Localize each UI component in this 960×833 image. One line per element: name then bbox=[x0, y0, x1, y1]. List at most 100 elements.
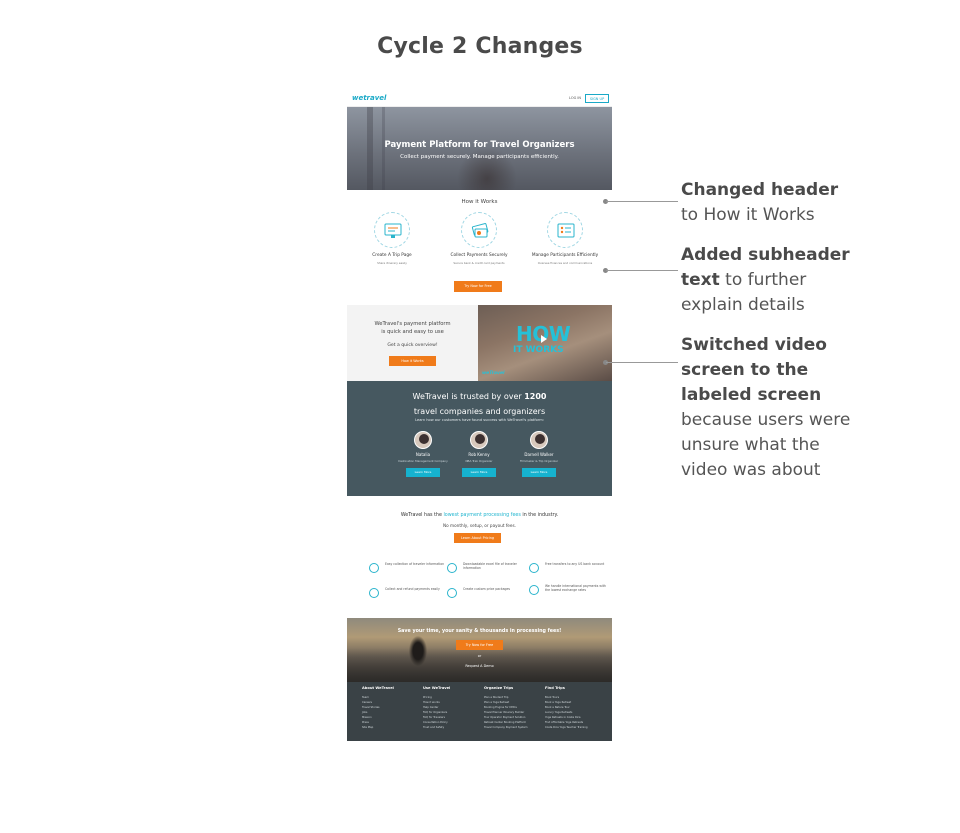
footer-column: Use WeTravel Pricing How it works Help C… bbox=[423, 686, 485, 730]
testimonial-card: Darnell Walker Filmmaker & Trip Organize… bbox=[499, 431, 579, 477]
request-demo-link[interactable]: Request A Demo bbox=[347, 664, 612, 668]
video-section: WeTravel's payment platform is quick and … bbox=[347, 305, 612, 381]
trust-heading-text: WeTravel is trusted by over bbox=[412, 392, 525, 401]
price-package-icon bbox=[447, 588, 457, 598]
footer-heading: Organize Trips bbox=[484, 686, 514, 690]
annotation-text: to How it Works bbox=[681, 205, 815, 225]
create-trip-icon bbox=[374, 212, 410, 248]
hero-title: Payment Platform for Travel Organizers bbox=[384, 140, 575, 150]
feature-item: Downloadable excel file of traveler info… bbox=[447, 562, 529, 576]
footer-link[interactable]: Site Map bbox=[362, 725, 424, 730]
cta-headline: Save your time, your sanity & thousands … bbox=[397, 629, 562, 634]
annotation-header-change: Changed header to How it Works bbox=[681, 178, 856, 228]
step-collect-payments: Collect Payments Securely Secure bank & … bbox=[439, 212, 519, 265]
refund-icon bbox=[369, 588, 379, 598]
feature-text: Easy collection of traveler information bbox=[385, 562, 445, 566]
person-name: Darnell Walker bbox=[524, 452, 554, 457]
pricing-text-pre: WeTravel has the bbox=[400, 513, 444, 518]
feature-text: Free transfers to any US bank account bbox=[545, 562, 605, 566]
bottom-cta-section: Save your time, your sanity & thousands … bbox=[347, 618, 612, 682]
feature-text: Create custom price packages bbox=[463, 587, 510, 591]
mock-navbar: wetravel LOG IN SIGN UP bbox=[347, 92, 612, 107]
footer-heading: About WeTravel bbox=[362, 686, 394, 690]
pricing-text-post: in the industry. bbox=[520, 513, 559, 518]
excel-file-icon bbox=[447, 563, 457, 573]
signup-button[interactable]: SIGN UP bbox=[585, 94, 609, 103]
step-title: Manage Participants Efficiently bbox=[531, 253, 599, 258]
feature-item: Create custom price packages bbox=[447, 587, 529, 601]
how-it-works-heading: How it Works bbox=[461, 199, 498, 205]
video-line-2: is quick and easy to use bbox=[381, 329, 444, 335]
connector-line bbox=[606, 201, 678, 202]
pricing-headline: WeTravel has the lowest payment processi… bbox=[347, 513, 612, 518]
learn-more-button[interactable]: Learn More bbox=[462, 468, 496, 477]
try-free-button-bottom[interactable]: Try Now for Free bbox=[456, 640, 503, 650]
avatar bbox=[414, 431, 432, 449]
step-subtitle: Oversee finances and communications bbox=[537, 261, 593, 265]
play-icon[interactable] bbox=[541, 335, 547, 343]
annotation-bold: Changed header bbox=[681, 180, 839, 200]
feature-item: We handle international payments with th… bbox=[529, 584, 611, 598]
step-create-trip: Create A Trip Page Share itinerary easil… bbox=[352, 212, 432, 265]
feature-item: Collect and refund payments easily bbox=[369, 587, 451, 601]
feature-text: Collect and refund payments easily bbox=[385, 587, 440, 591]
person-role: Filmmaker & Trip Organizer bbox=[519, 459, 559, 463]
hero-banner: Payment Platform for Travel Organizers C… bbox=[347, 107, 612, 190]
video-thumbnail[interactable]: HOW IT WORKS weTravel bbox=[478, 305, 612, 381]
step-subtitle: Share itinerary easily bbox=[377, 261, 407, 265]
learn-more-button[interactable]: Learn More bbox=[522, 468, 556, 477]
learn-more-button[interactable]: Learn More bbox=[406, 468, 440, 477]
step-subtitle: Secure bank & credit card payments bbox=[453, 261, 505, 265]
feature-item: Free transfers to any US bank account bbox=[529, 562, 611, 576]
trust-subheading: Learn how our customers have found succe… bbox=[415, 418, 544, 422]
site-footer: About WeTravel Team Careers Travel Stori… bbox=[347, 682, 612, 741]
globe-payment-icon bbox=[529, 585, 539, 595]
website-mockup: wetravel LOG IN SIGN UP Payment Platform… bbox=[347, 92, 612, 741]
try-free-button[interactable]: Try Now for Free bbox=[454, 281, 502, 292]
how-it-works-section: How it Works Create A Trip Page Share it… bbox=[347, 190, 612, 305]
learn-pricing-button[interactable]: Learn About Pricing bbox=[454, 533, 501, 543]
how-it-works-button[interactable]: How it Works bbox=[389, 356, 436, 366]
annotation-video-switch: Switched video screen to the labeled scr… bbox=[681, 333, 856, 483]
hero-subtitle: Collect payment securely. Manage partici… bbox=[400, 154, 559, 160]
participants-list-icon bbox=[547, 212, 583, 248]
jumping-person-image bbox=[409, 636, 427, 666]
pricing-highlight: lowest payment processing fees bbox=[443, 513, 521, 518]
video-text-panel: WeTravel's payment platform is quick and … bbox=[347, 305, 478, 381]
trust-heading: WeTravel is trusted by over 1200 travel … bbox=[347, 389, 612, 419]
cta-or: or bbox=[477, 654, 482, 658]
step-title: Collect Payments Securely bbox=[450, 253, 508, 258]
footer-link[interactable]: Costa Rica Yoga Teacher Training bbox=[545, 725, 607, 730]
testimonials-section: WeTravel is trusted by over 1200 travel … bbox=[347, 381, 612, 496]
video-line-1: WeTravel's payment platform bbox=[374, 321, 451, 327]
trust-heading-line2: travel companies and organizers bbox=[413, 407, 546, 416]
video-overlay-it-works: IT WORKS bbox=[513, 345, 564, 355]
video-cta-text: Get a quick overview! bbox=[387, 343, 438, 348]
feature-item: Easy collection of traveler information bbox=[369, 562, 451, 576]
credit-card-icon bbox=[461, 212, 497, 248]
traveler-info-icon bbox=[369, 563, 379, 573]
footer-column: Organize Trips Plan a Student Trip Plan … bbox=[484, 686, 546, 730]
footer-column: Find Trips Book Tours Book a Yoga Retrea… bbox=[545, 686, 607, 730]
connector-line bbox=[606, 270, 678, 271]
footer-link[interactable]: Travel Company Payment System bbox=[484, 725, 546, 730]
annotation-subheader: Added subheader text to further explain … bbox=[681, 243, 856, 318]
pricing-subheadline: No monthly, setup, or payout fees. bbox=[443, 523, 516, 528]
step-manage-participants: Manage Participants Efficiently Oversee … bbox=[525, 212, 605, 265]
annotation-bold: Switched video screen to the labeled scr… bbox=[681, 335, 827, 405]
step-title: Create A Trip Page bbox=[372, 253, 412, 258]
footer-column: About WeTravel Team Careers Travel Stori… bbox=[362, 686, 424, 730]
annotation-text: because users were unsure what the video… bbox=[681, 410, 851, 480]
bank-transfer-icon bbox=[529, 563, 539, 573]
avatar bbox=[470, 431, 488, 449]
footer-heading: Find Trips bbox=[545, 686, 565, 690]
login-link[interactable]: LOG IN bbox=[569, 96, 581, 100]
slide-title: Cycle 2 Changes bbox=[377, 34, 583, 59]
footer-link[interactable]: Trust and Safety bbox=[423, 725, 485, 730]
video-text-line: WeTravel's payment platform is quick and … bbox=[347, 320, 478, 336]
wetravel-logo[interactable]: wetravel bbox=[352, 94, 386, 102]
feature-text: Downloadable excel file of traveler info… bbox=[463, 562, 517, 571]
avatar bbox=[530, 431, 548, 449]
feature-text: We handle international payments with th… bbox=[545, 584, 606, 593]
trust-count: 1200 bbox=[524, 392, 547, 401]
